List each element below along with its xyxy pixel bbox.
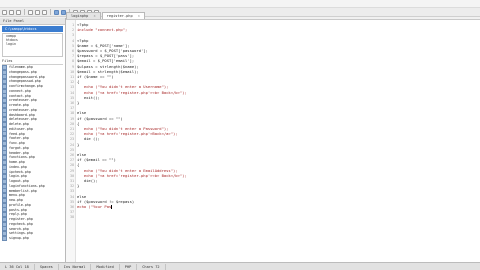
tab-label: register.php [106,14,133,18]
toolbar-divider [24,9,25,15]
insert-mode: Ins Normal [59,263,92,270]
tab-label: loginphp [71,14,89,18]
tab-register[interactable]: register.php × [101,12,145,19]
file-item[interactable]: signup.php [2,235,63,241]
file-panel: File Panel C:\xampp\htdocs xampp htdocs … [0,18,66,262]
save-icon[interactable] [16,9,21,15]
cursor-position: L 36 Col 18 [0,263,35,270]
indent-mode: Spaces [35,263,59,270]
copy-icon[interactable] [35,9,40,15]
menu-bar [0,0,480,8]
folder-tree[interactable]: xampp htdocs login [2,33,63,57]
char-count: Chars 72 [137,263,166,270]
undo-icon[interactable] [54,9,59,15]
line-number: 38 [70,215,74,220]
new-file-icon[interactable] [2,9,7,15]
status-bar: L 36 Col 18 Spaces Ins Normal Modified P… [0,262,480,270]
toolbar-divider [50,9,51,15]
close-icon[interactable]: × [93,14,95,18]
tab-login[interactable]: loginphp × [66,12,101,19]
file-type: PHP [120,263,138,270]
modified-status: Modified [91,263,120,270]
close-icon[interactable]: × [138,14,140,18]
open-file-icon[interactable] [9,9,14,15]
document-tabs: loginphp × register.php × [66,12,146,19]
cut-icon[interactable] [28,9,33,15]
file-list: filename.php changepass.php changepassword… [2,64,63,241]
code-editor[interactable]: 1 <?php 2 include "connect.php"; 3 4 <?php 5 $na… [66,19,480,263]
paste-icon[interactable] [42,9,47,15]
tree-row[interactable]: login [3,42,62,46]
panel-title: File Panel [0,18,65,25]
php-file-icon [2,235,7,241]
code-line: 38 [66,214,480,219]
file-name: signup.php [9,236,29,240]
folder-selector[interactable]: C:\xampp\htdocs [2,26,63,32]
